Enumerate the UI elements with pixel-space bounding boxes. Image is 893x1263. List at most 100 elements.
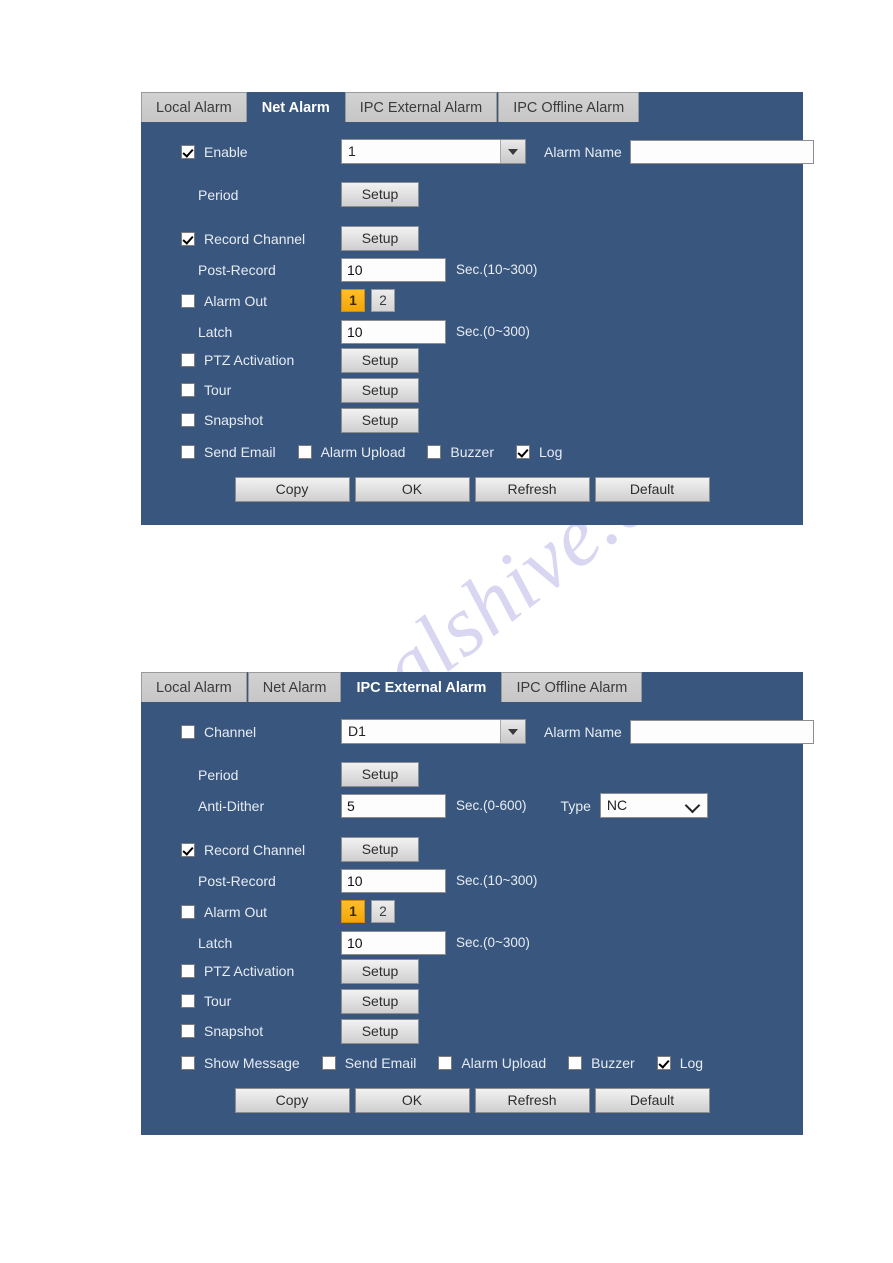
alarm-out-checkbox[interactable]: Alarm Out	[181, 904, 341, 920]
channel-select[interactable]: 1	[341, 139, 526, 164]
latch-input[interactable]	[341, 319, 446, 344]
notify-group: Send Email Alarm Upload Buzzer Log	[181, 437, 803, 467]
record-channel-setup-button[interactable]: Setup	[341, 837, 419, 862]
alarm-out-option-2[interactable]: 2	[371, 289, 395, 312]
refresh-button[interactable]: Refresh	[474, 1088, 590, 1113]
copy-button[interactable]: Copy	[234, 477, 350, 502]
enable-checkbox[interactable]: Enable	[181, 144, 341, 160]
show-message-checkbox[interactable]: Show Message	[181, 1055, 300, 1071]
snapshot-checkbox[interactable]: Snapshot	[181, 412, 341, 428]
tab-ipc-offline-alarm[interactable]: IPC Offline Alarm	[501, 672, 643, 702]
alarm-out-toggle-group: 1 2	[341, 900, 401, 923]
send-email-checkbox[interactable]: Send Email	[181, 444, 276, 460]
net-alarm-form: Enable 1 Alarm Name Period Setup Record …	[141, 136, 814, 502]
post-record-controls: Sec.(10~300)	[341, 868, 537, 893]
ok-button[interactable]: OK	[354, 477, 470, 502]
latch-controls: Sec.(0~300)	[341, 319, 530, 344]
log-checkbox[interactable]: Log	[656, 1055, 703, 1071]
log-checkbox[interactable]: Log	[516, 444, 562, 460]
snapshot-setup-button[interactable]: Setup	[341, 407, 419, 433]
ok-button[interactable]: OK	[354, 1088, 470, 1113]
post-record-row: Post-Record Sec.(10~300)	[181, 254, 803, 285]
alarm-out-option-2[interactable]: 2	[371, 900, 395, 923]
chevron-down-icon	[500, 720, 525, 743]
channel-select[interactable]: D1	[341, 719, 526, 744]
tab-local-alarm[interactable]: Local Alarm	[141, 92, 247, 122]
anti-dither-input[interactable]	[341, 793, 446, 818]
alarm-name-label: Alarm Name	[544, 143, 622, 160]
record-channel-controls: Setup	[341, 226, 419, 251]
alarm-upload-checkbox[interactable]: Alarm Upload	[438, 1055, 546, 1071]
alarm-out-controls: 1 2	[341, 900, 401, 923]
alarm-out-option-1[interactable]: 1	[341, 289, 365, 312]
enable-checkbox-box	[181, 144, 195, 159]
record-channel-controls: Setup	[341, 837, 419, 862]
period-row: Period Setup	[181, 179, 803, 210]
post-record-row: Post-Record Sec.(10~300)	[181, 865, 803, 896]
tab-net-alarm[interactable]: Net Alarm	[248, 92, 344, 124]
period-label-cell: Period	[181, 187, 341, 203]
alarm-name-input[interactable]	[629, 139, 814, 164]
ptz-activation-checkbox[interactable]: PTZ Activation	[181, 963, 341, 979]
ptz-activation-controls: Setup	[341, 958, 419, 984]
latch-label: Latch	[198, 323, 233, 340]
ptz-activation-row: PTZ Activation Setup	[181, 958, 803, 984]
alarm-upload-checkbox[interactable]: Alarm Upload	[297, 444, 405, 460]
latch-label-cell: Latch	[181, 935, 341, 951]
tab-ipc-external-alarm[interactable]: IPC External Alarm	[342, 672, 500, 704]
tour-checkbox[interactable]: Tour	[181, 382, 341, 398]
alarm-out-checkbox[interactable]: Alarm Out	[181, 293, 341, 309]
buzzer-checkbox-box	[427, 445, 442, 459]
post-record-input[interactable]	[341, 868, 446, 893]
record-channel-checkbox[interactable]: Record Channel	[181, 231, 341, 247]
net-alarm-panel: Local Alarm Net Alarm IPC External Alarm…	[141, 92, 814, 525]
snapshot-checkbox[interactable]: Snapshot	[181, 1023, 341, 1039]
type-select[interactable]: NC	[599, 793, 708, 818]
default-button[interactable]: Default	[594, 477, 710, 502]
alarm-out-label: Alarm Out	[204, 292, 268, 309]
tour-row: Tour Setup	[181, 377, 803, 403]
post-record-label: Post-Record	[198, 261, 276, 278]
snapshot-controls: Setup	[341, 407, 419, 433]
tour-setup-button[interactable]: Setup	[341, 377, 419, 403]
action-buttons: Copy OK Refresh Default	[141, 1078, 803, 1113]
buzzer-checkbox[interactable]: Buzzer	[568, 1055, 635, 1071]
ptz-activation-setup-button[interactable]: Setup	[341, 958, 419, 984]
type-label: Type	[560, 797, 591, 814]
default-button[interactable]: Default	[594, 1088, 710, 1113]
record-channel-checkbox-box	[181, 231, 195, 246]
channel-select-value: D1	[348, 723, 366, 739]
tab-ipc-external-alarm[interactable]: IPC External Alarm	[344, 92, 498, 122]
tour-checkbox[interactable]: Tour	[181, 993, 341, 1009]
latch-label: Latch	[198, 934, 233, 951]
period-setup-button[interactable]: Setup	[341, 182, 419, 207]
refresh-button[interactable]: Refresh	[474, 477, 590, 502]
snapshot-row: Snapshot Setup	[181, 1018, 803, 1044]
tab-local-alarm[interactable]: Local Alarm	[141, 672, 247, 702]
snapshot-setup-button[interactable]: Setup	[341, 1018, 419, 1044]
tab-net-alarm[interactable]: Net Alarm	[247, 672, 342, 702]
snapshot-checkbox-box	[181, 413, 195, 427]
post-record-input[interactable]	[341, 257, 446, 282]
period-setup-button[interactable]: Setup	[341, 762, 419, 787]
buzzer-label: Buzzer	[591, 1055, 635, 1071]
ptz-activation-setup-button[interactable]: Setup	[341, 347, 419, 373]
ptz-activation-checkbox[interactable]: PTZ Activation	[181, 352, 341, 368]
alarm-out-row: Alarm Out 1 2	[181, 896, 803, 927]
action-buttons: Copy OK Refresh Default	[141, 467, 803, 502]
buzzer-checkbox[interactable]: Buzzer	[427, 444, 494, 460]
alarm-name-input[interactable]	[629, 719, 814, 744]
send-email-checkbox-box	[321, 1056, 336, 1070]
record-channel-row: Record Channel Setup	[181, 223, 803, 254]
channel-checkbox[interactable]: Channel	[181, 724, 341, 740]
latch-input[interactable]	[341, 930, 446, 955]
period-row: Period Setup	[181, 759, 803, 790]
alarm-out-option-1[interactable]: 1	[341, 900, 365, 923]
copy-button[interactable]: Copy	[234, 1088, 350, 1113]
record-channel-checkbox[interactable]: Record Channel	[181, 842, 341, 858]
ptz-activation-checkbox-box	[181, 353, 195, 367]
tab-ipc-offline-alarm[interactable]: IPC Offline Alarm	[498, 92, 640, 122]
send-email-checkbox[interactable]: Send Email	[321, 1055, 416, 1071]
record-channel-setup-button[interactable]: Setup	[341, 226, 419, 251]
tour-setup-button[interactable]: Setup	[341, 988, 419, 1014]
